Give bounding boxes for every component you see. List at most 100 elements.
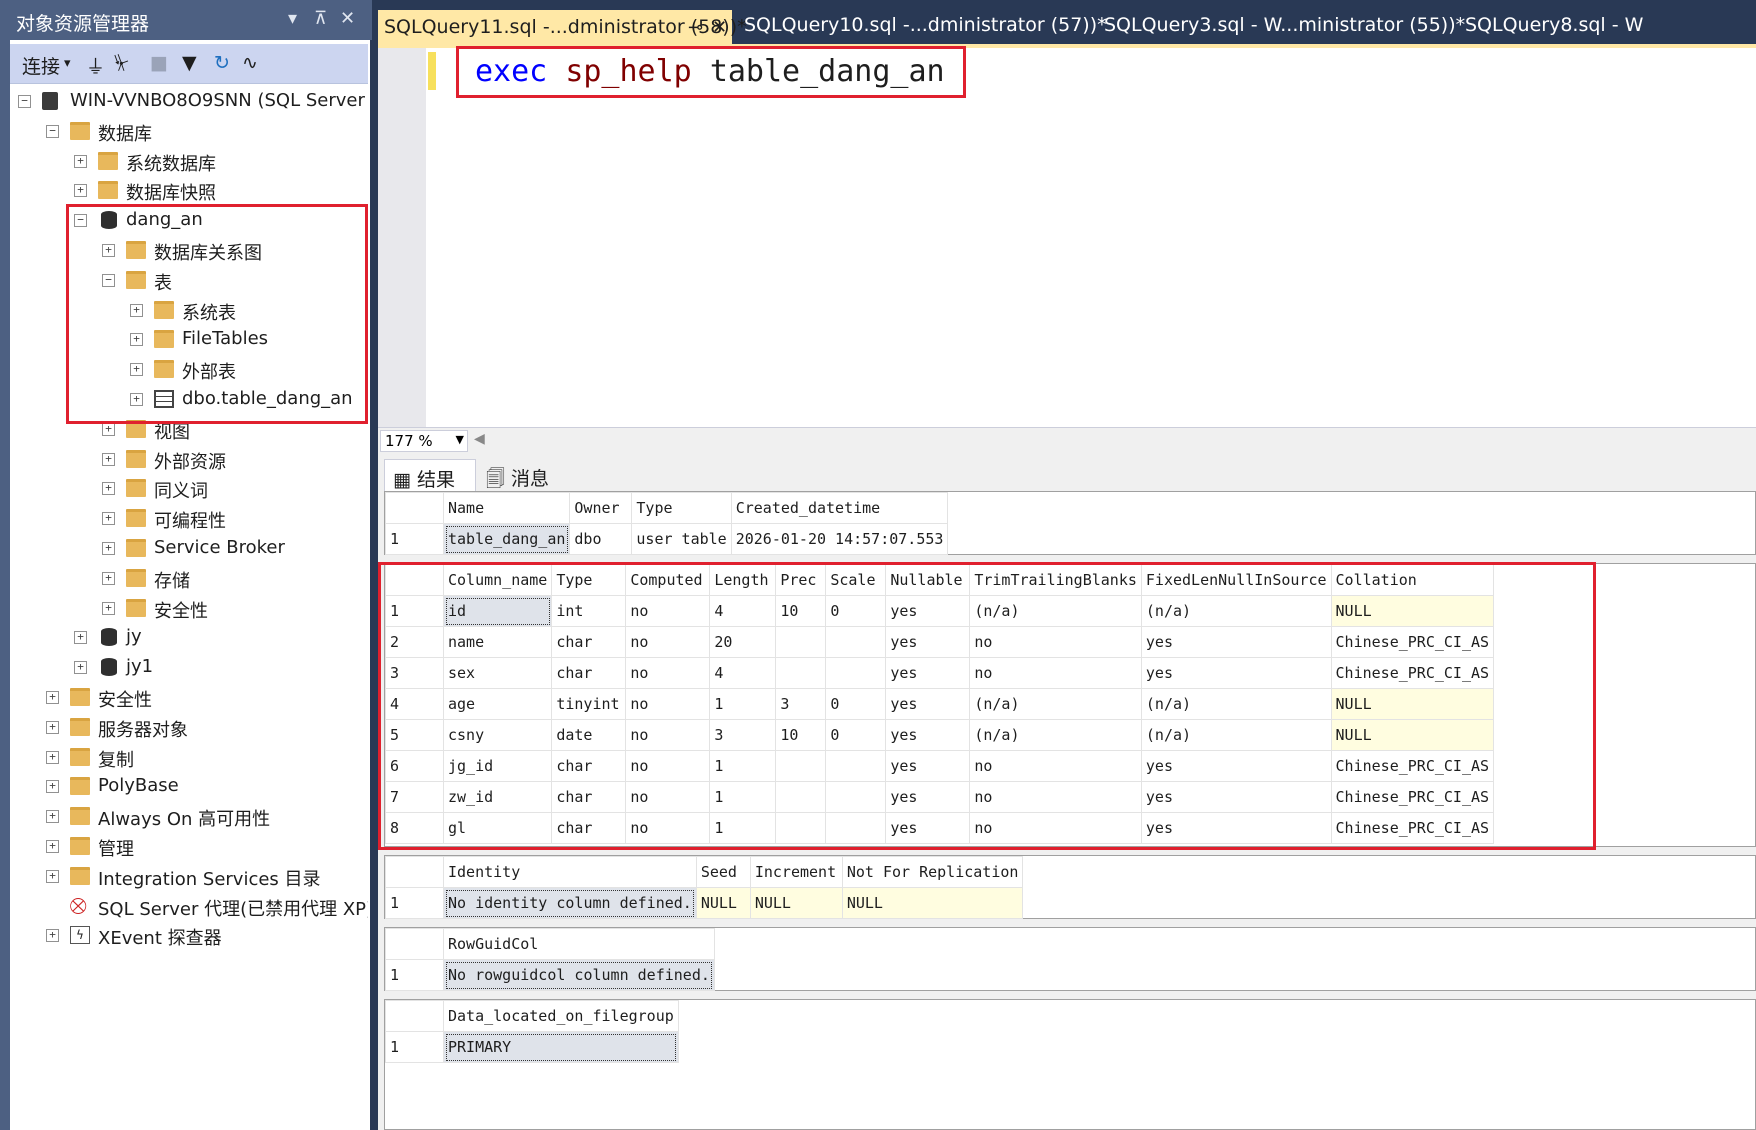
grid-cell[interactable]: No identity column defined. [443,887,697,919]
grid-cell[interactable]: NULL [749,887,843,919]
grid-cell[interactable]: (n/a) [969,595,1142,627]
tab-sqlquery3[interactable]: SQLQuery3.sql - W...ministrator (55))* [1098,8,1465,44]
grid-cell[interactable]: 4 [709,657,777,689]
grid-cell[interactable]: no [625,657,711,689]
row-number-header[interactable] [385,492,444,524]
grid-cell[interactable]: 1 [709,812,777,844]
row-number[interactable]: 2 [385,626,444,658]
grid-cell[interactable]: yes [885,812,971,844]
grid-cell[interactable]: Chinese_PRC_CI_AS [1330,750,1495,782]
grid-cell[interactable]: yes [1140,626,1332,658]
grid-cell[interactable]: no [969,626,1142,658]
table-row[interactable]: 1 No rowguidcol column defined. [385,959,715,991]
grid-cell[interactable]: 0 [825,719,887,751]
grid-cell[interactable]: yes [885,657,971,689]
grid-cell[interactable]: (n/a) [1140,688,1332,720]
grid-cell[interactable]: NULL [1330,719,1495,751]
tab-sqlquery8[interactable]: SQLQuery8.sql - W [1459,8,1756,44]
grid-cell[interactable]: yes [885,626,971,658]
column-header[interactable]: Name [442,492,571,524]
expand-icon[interactable]: + [46,720,59,734]
connect-dropdown-icon[interactable]: ▾ [64,56,71,71]
grid-cell[interactable]: char [551,626,627,658]
row-number[interactable]: 6 [385,750,444,782]
grid-cell[interactable]: 0 [825,595,887,627]
expand-icon[interactable]: + [102,482,115,496]
column-header[interactable]: Not For Replication [841,856,1024,888]
grid-cell[interactable]: sex [442,657,553,689]
grid-cell[interactable]: char [551,781,627,813]
table-row[interactable]: 7 zw_id char no 1 yes no yes Chinese_PRC_CI_AS [385,781,1495,813]
row-number[interactable]: 7 [385,781,444,813]
column-header[interactable]: Created_datetime [730,492,949,524]
grid-cell[interactable] [825,657,887,689]
table-row[interactable]: 1 table_dang_an dbo user table 2026-01-20 14… [385,523,949,555]
grid-cell[interactable]: no [625,750,711,782]
filter-icon[interactable]: ▼ [182,52,197,74]
grid-cell[interactable]: NULL [695,887,751,919]
grid-cell[interactable]: No rowguidcol column defined. [443,959,715,991]
grid-cell[interactable] [775,626,827,658]
column-header[interactable]: Collation [1330,564,1495,596]
grid-cell[interactable]: id [442,595,553,627]
column-header[interactable]: Computed [625,564,711,596]
grid-cell[interactable]: csny [442,719,553,751]
grid-cell[interactable]: yes [1140,657,1332,689]
expand-icon[interactable]: + [130,363,143,377]
expand-icon[interactable]: + [102,422,115,436]
column-header[interactable]: Seed [695,856,751,888]
grid-cell[interactable]: no [625,719,711,751]
collapse-icon[interactable]: − [18,95,31,108]
disconnect-icon[interactable]: ⏧ [114,52,129,74]
query-editor[interactable]: exec sp_help table_dang_an [378,44,1756,427]
expand-icon[interactable]: + [46,750,59,764]
grid-cell[interactable]: 10 [775,595,827,627]
grid-cell[interactable]: NULL [1330,688,1495,720]
expand-icon[interactable]: + [46,840,59,853]
refresh-icon[interactable]: ↻ [214,52,230,74]
column-header[interactable]: FixedLenNullInSource [1140,564,1332,596]
expand-icon[interactable]: + [46,810,59,824]
collapse-icon[interactable]: − [46,124,59,138]
grid-cell[interactable]: no [969,781,1142,813]
grid-cell[interactable] [775,657,827,689]
row-number[interactable]: 1 [385,595,444,627]
row-number[interactable]: 1 [385,1031,444,1063]
column-header[interactable]: RowGuidCol [443,928,715,960]
grid-cell[interactable] [775,750,827,782]
grid-cell[interactable]: no [625,688,711,720]
connect-button[interactable]: 连接 [22,52,60,79]
expand-icon[interactable]: + [102,542,115,555]
table-row[interactable]: 1 No identity column defined. NULL NULL NULL [385,887,1024,919]
grid-cell[interactable]: no [969,812,1142,844]
grid-cell[interactable]: (n/a) [969,688,1142,720]
grid-cell[interactable]: (n/a) [1140,719,1332,751]
row-number[interactable]: 5 [385,719,444,751]
column-header[interactable]: Owner [569,492,633,524]
grid-cell[interactable]: int [551,595,627,627]
grid-cell[interactable]: PRIMARY [443,1031,679,1063]
expand-icon[interactable]: + [130,393,143,406]
scroll-left-icon[interactable]: ◀ [474,431,485,447]
table-row[interactable]: 6 jg_id char no 1 yes no yes Chinese_PRC_CI_AS [385,750,1495,782]
grid-cell[interactable]: char [551,812,627,844]
grid-cell[interactable]: 0 [825,688,887,720]
column-header[interactable]: Type [631,492,732,524]
column-header[interactable]: Column_name [442,564,553,596]
grid-cell[interactable]: yes [885,750,971,782]
expand-icon[interactable]: + [46,780,59,794]
row-number[interactable]: 3 [385,657,444,689]
column-header[interactable]: Scale [825,564,887,596]
grid-cell[interactable]: tinyint [551,688,627,720]
column-header[interactable]: Nullable [885,564,971,596]
grid-cell[interactable]: yes [885,688,971,720]
expand-icon[interactable]: + [130,333,143,347]
grid-cell[interactable]: yes [885,719,971,751]
grid-cell[interactable] [775,781,827,813]
grid-cell[interactable]: Chinese_PRC_CI_AS [1330,781,1495,813]
grid-cell[interactable]: (n/a) [969,719,1142,751]
column-header[interactable]: Prec [775,564,827,596]
expand-icon[interactable]: + [102,452,115,466]
grid-cell[interactable]: Chinese_PRC_CI_AS [1330,657,1495,689]
grid-cell[interactable]: 1 [709,781,777,813]
